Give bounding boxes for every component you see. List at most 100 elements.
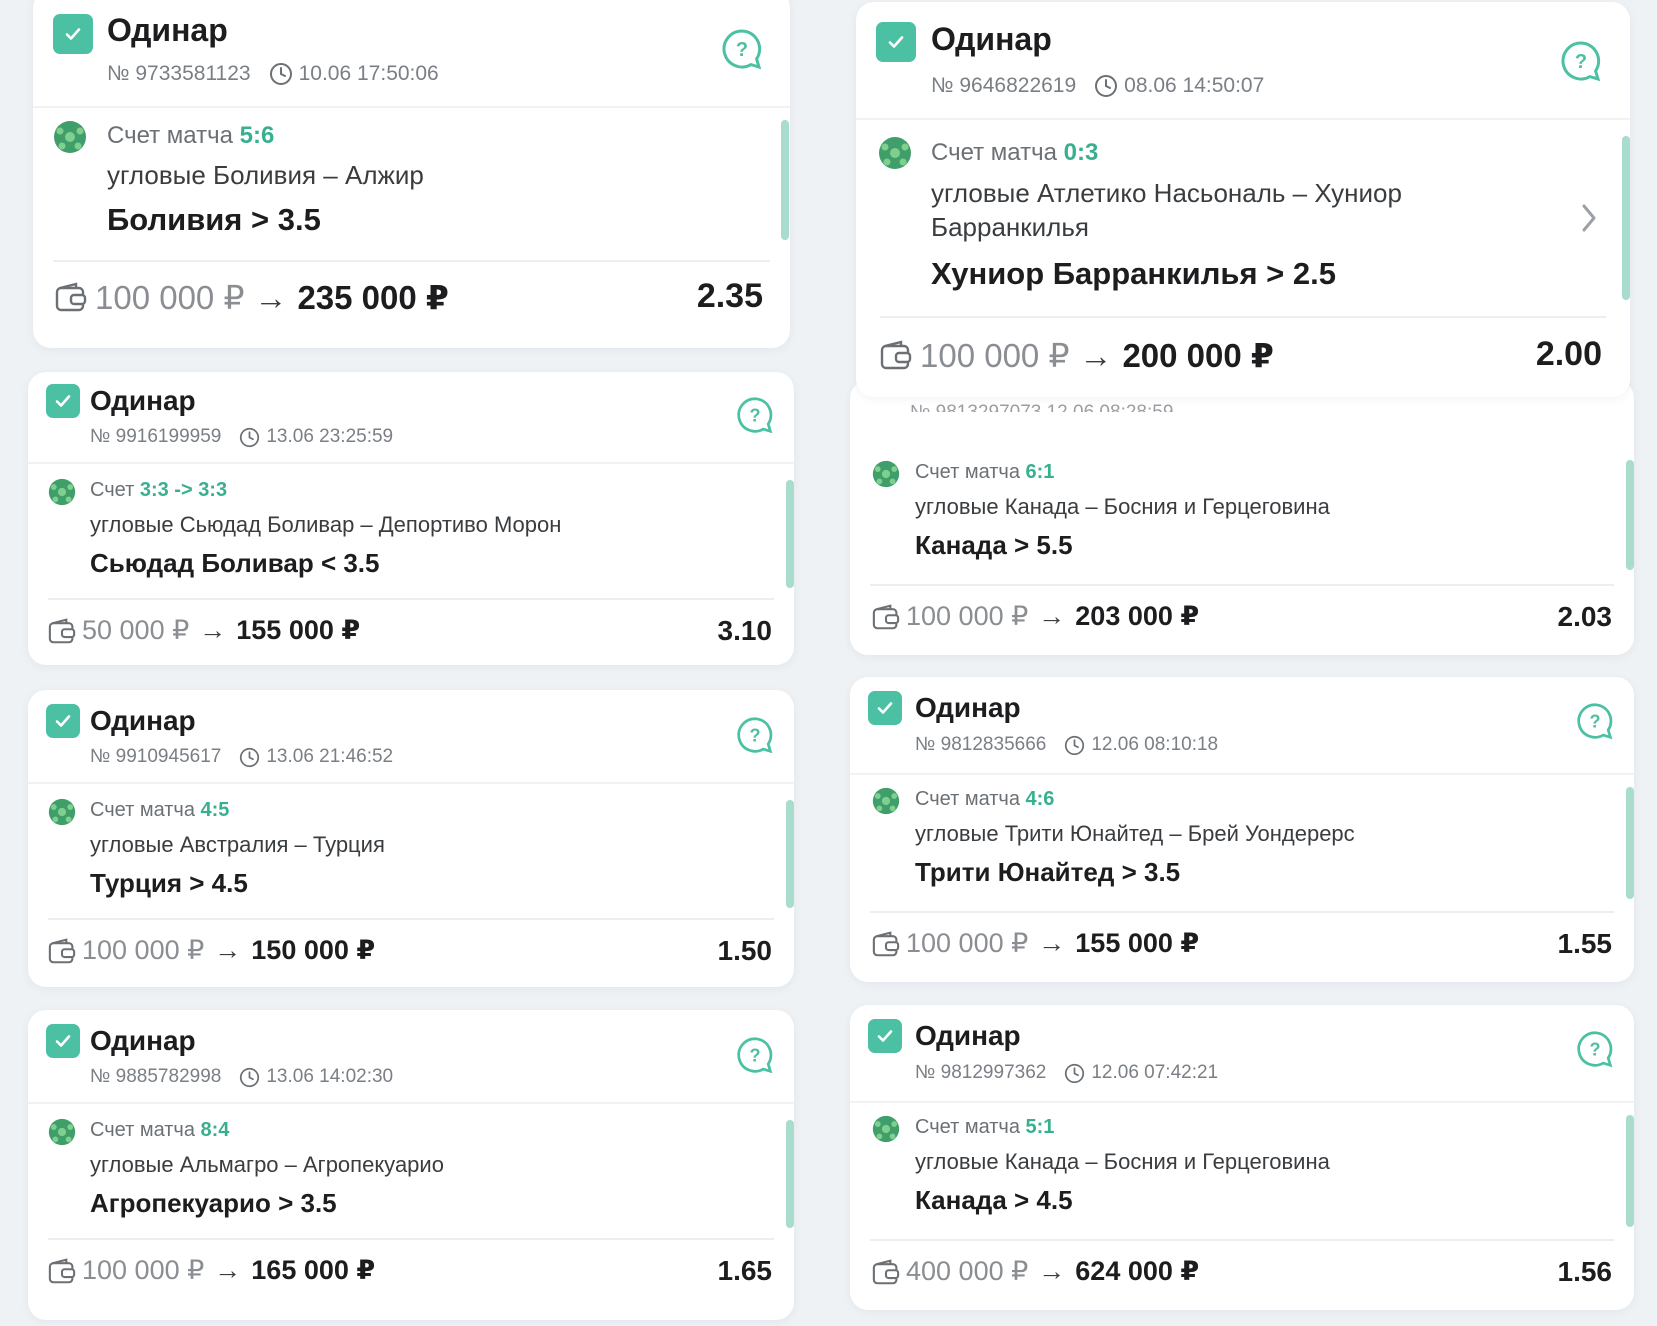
bet-type: Одинар <box>90 385 196 416</box>
match-score: Счет матча 0:3 <box>931 139 1099 166</box>
bet-meta: № 9885782998 13.06 14:02:30 <box>90 1066 393 1088</box>
stake: 100 000 ₽ <box>906 928 1029 958</box>
bet-card[interactable]: Одинар № 9646822619 08.06 14:50:07 ? Сче… <box>856 2 1630 397</box>
bet-number: № 9812835666 <box>915 734 1047 755</box>
scroll-indicator <box>1626 460 1634 570</box>
soccer-ball-icon <box>872 787 900 815</box>
help-icon[interactable]: ? <box>736 1036 774 1074</box>
match-name: угловые Канада – Босния и Герцеговина <box>915 494 1330 519</box>
payout: 100 000 ₽ → 150 000 ₽ <box>82 935 376 965</box>
win-amount: 155 000 ₽ <box>236 615 361 645</box>
checkbox[interactable] <box>46 384 80 418</box>
wallet-icon <box>55 282 87 312</box>
bet-type: Одинар <box>107 12 228 48</box>
match-name: угловые Трити Юнайтед – Брей Уондерерс <box>915 821 1355 846</box>
bet-number: № 9916199959 <box>90 426 222 447</box>
odds: 2.03 <box>1557 601 1613 632</box>
checkbox[interactable] <box>868 691 902 725</box>
payout: 100 000 ₽ → 165 000 ₽ <box>82 1255 376 1285</box>
clock-icon <box>239 427 260 448</box>
svg-text:?: ? <box>1589 1039 1600 1059</box>
soccer-ball-icon <box>48 798 76 826</box>
check-icon <box>55 715 71 727</box>
bet-time: 12.06 08:10:18 <box>1091 734 1219 755</box>
match-score: Счет матча 4:5 <box>90 799 230 821</box>
soccer-ball-icon <box>54 121 86 153</box>
help-icon[interactable]: ? <box>1576 1030 1614 1068</box>
bet-number: № 9733581123 <box>107 62 251 85</box>
svg-text:?: ? <box>1575 51 1587 73</box>
check-icon <box>877 1030 893 1042</box>
score-value: 6:1 <box>1025 461 1055 483</box>
bet-pick: Трити Юнайтед > 3.5 <box>915 857 1181 887</box>
soccer-ball-icon <box>872 460 900 488</box>
match-name-line2: Барранкилья <box>931 212 1089 242</box>
win-amount: 624 000 ₽ <box>1075 1256 1200 1286</box>
wallet-icon <box>48 618 76 644</box>
scroll-indicator <box>781 120 789 240</box>
chevron-right-icon[interactable] <box>1580 202 1598 234</box>
bet-card[interactable]: Одинар № 9733581123 10.06 17:50:06 ? Сче… <box>33 0 790 348</box>
score-value: 4:5 <box>200 799 230 821</box>
score-value: 8:4 <box>200 1119 230 1141</box>
match-name: угловые Сьюдад Боливар – Депортиво Морон <box>90 512 562 537</box>
clock-icon <box>239 1067 260 1088</box>
payout: 100 000 ₽ → 203 000 ₽ <box>906 601 1200 631</box>
wallet-icon <box>880 340 912 370</box>
stake: 100 000 ₽ <box>82 1255 205 1285</box>
svg-text:?: ? <box>749 1045 760 1065</box>
bet-type: Одинар <box>90 1025 196 1056</box>
match-score: Счет матча 6:1 <box>915 461 1055 483</box>
bet-pick: Боливия > 3.5 <box>107 202 321 237</box>
bet-card[interactable]: Одинар № 9885782998 13.06 14:02:30 ? Сче… <box>28 1010 794 1320</box>
bet-card[interactable]: Одинар № 9812835666 12.06 08:10:18 ? Сче… <box>850 677 1634 982</box>
wallet-icon <box>872 604 900 630</box>
match-score: Счет матча 5:6 <box>107 122 275 149</box>
soccer-ball-icon <box>48 1118 76 1146</box>
odds: 2.35 <box>696 277 763 315</box>
payout: 50 000 ₽ → 155 000 ₽ <box>82 615 361 645</box>
payout: 100 000 ₽ → 155 000 ₽ <box>906 928 1200 958</box>
bet-meta: № 9910945617 13.06 21:46:52 <box>90 746 393 768</box>
match-score: Счет матча 4:6 <box>915 788 1055 810</box>
bet-meta: № 9812997362 12.06 07:42:21 <box>915 1062 1218 1084</box>
checkbox[interactable] <box>46 1024 80 1058</box>
check-icon <box>877 702 893 714</box>
checkbox[interactable] <box>53 14 93 54</box>
score-value: 4:6 <box>1025 788 1055 810</box>
odds: 1.65 <box>717 1255 773 1286</box>
wallet-icon <box>872 931 900 957</box>
soccer-ball-icon <box>879 137 911 169</box>
check-icon <box>55 1035 71 1047</box>
bet-time: 12.06 07:42:21 <box>1091 1062 1219 1083</box>
bet-card[interactable]: Одинар № 9916199959 13.06 23:25:59 ? Сче… <box>28 372 794 665</box>
bet-meta: № 9646822619 08.06 14:50:07 <box>931 74 1264 98</box>
stake: 100 000 ₽ <box>95 279 245 316</box>
check-icon <box>888 36 904 48</box>
checkbox[interactable] <box>46 704 80 738</box>
match-name: угловые Боливия – Алжир <box>107 160 424 190</box>
bet-card[interactable]: № 9813297073 12.06 08:28:59 Счет матча 6… <box>850 380 1634 655</box>
help-icon[interactable]: ? <box>1576 702 1614 740</box>
stake: 100 000 ₽ <box>906 601 1029 631</box>
checkbox[interactable] <box>868 1019 902 1053</box>
checkbox[interactable] <box>876 22 916 62</box>
win-amount: 200 000 ₽ <box>1122 337 1274 374</box>
stake: 50 000 ₽ <box>82 615 190 645</box>
bet-meta: № 9916199959 13.06 23:25:59 <box>90 426 393 448</box>
bet-type: Одинар <box>90 705 196 736</box>
clock-icon <box>239 747 260 768</box>
help-icon[interactable]: ? <box>721 28 763 70</box>
bet-card[interactable]: Одинар № 9812997362 12.06 07:42:21 ? Сче… <box>850 1005 1634 1310</box>
help-icon[interactable]: ? <box>1560 40 1602 82</box>
match-score: Счет матча 5:1 <box>915 1116 1055 1138</box>
soccer-ball-icon <box>48 478 76 506</box>
bet-pick: Сьюдад Боливар < 3.5 <box>90 548 380 578</box>
match-name: угловые Атлетико Насьональ – Хуниор <box>931 178 1402 208</box>
bet-card[interactable]: Одинар № 9910945617 13.06 21:46:52 ? Сче… <box>28 690 794 987</box>
score-value: 5:6 <box>239 122 275 149</box>
bet-time: 13.06 14:02:30 <box>266 1066 394 1087</box>
bet-time: 10.06 17:50:06 <box>298 62 439 85</box>
help-icon[interactable]: ? <box>736 716 774 754</box>
help-icon[interactable]: ? <box>736 396 774 434</box>
